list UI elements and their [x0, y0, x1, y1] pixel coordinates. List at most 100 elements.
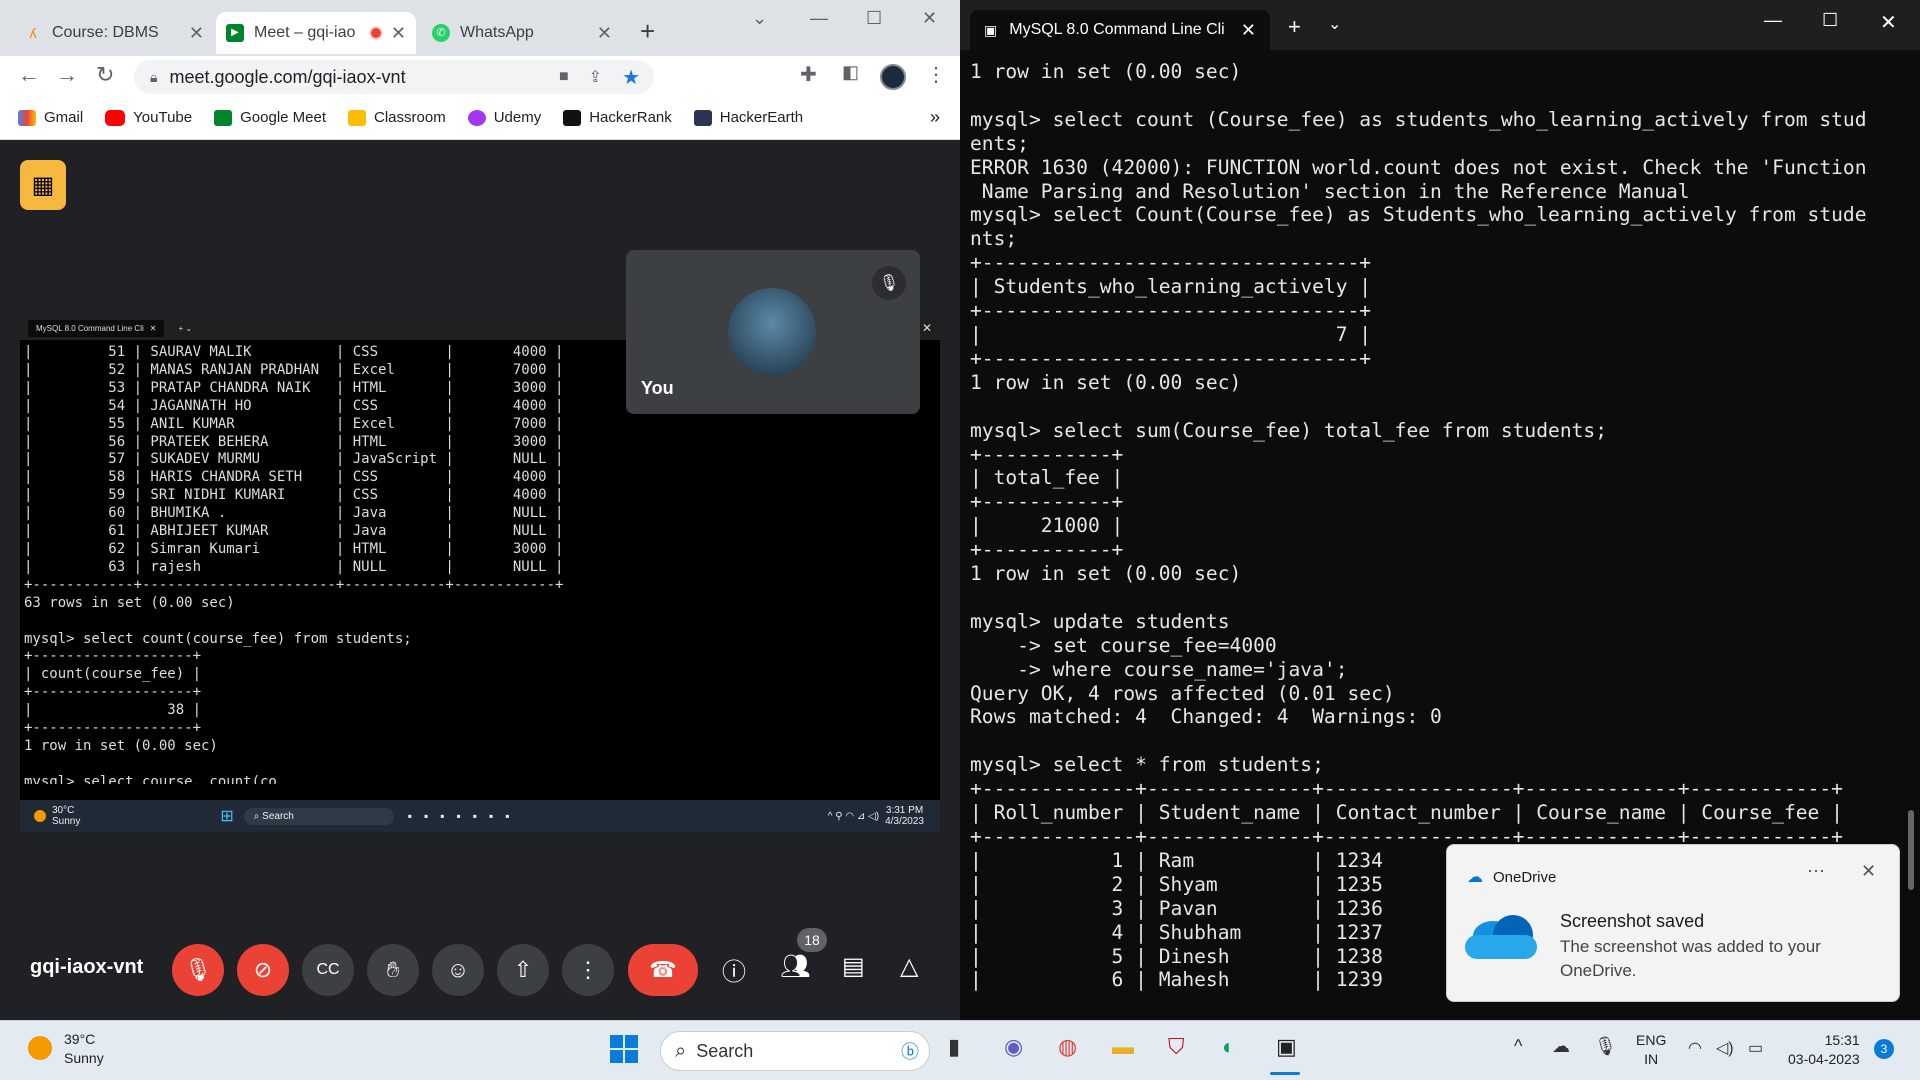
- terminal-icon: ▣: [984, 21, 998, 38]
- moodle-icon: ʎ: [29, 25, 37, 41]
- terminal-tab-title: MySQL 8.0 Command Line Cli: [1009, 21, 1225, 38]
- shared-weather-desc: Sunny: [52, 816, 81, 827]
- bookmark-youtube[interactable]: YouTube: [105, 109, 192, 126]
- close-window-button[interactable]: ✕: [1880, 10, 1897, 35]
- terminal-line: | total_fee |: [970, 466, 1124, 490]
- extensions-icon[interactable]: ✚: [800, 62, 817, 87]
- activities-icon[interactable]: △: [900, 952, 918, 981]
- microphone-icon[interactable]: 🎙︎: [1594, 1036, 1617, 1057]
- tab-search-icon[interactable]: ⌄: [752, 8, 767, 29]
- task-view-icon[interactable]: ▮: [948, 1034, 960, 1060]
- tab-dropdown-icon[interactable]: ⌄: [1328, 14, 1341, 34]
- toast-close-button[interactable]: ✕: [1861, 861, 1876, 882]
- captions-button[interactable]: CC: [302, 944, 354, 996]
- windows-start-icon[interactable]: [610, 1035, 638, 1063]
- new-tab-icon: + ⌄: [178, 323, 193, 333]
- onedrive-tray-icon[interactable]: ☁︎: [1552, 1036, 1570, 1057]
- people-icon[interactable]: 👥︎: [780, 952, 810, 981]
- tab-whatsapp[interactable]: ✆ WhatsApp ✕: [422, 12, 622, 54]
- reload-button[interactable]: ↻: [96, 62, 114, 88]
- volume-icon[interactable]: ◁): [1716, 1038, 1734, 1058]
- terminal-scrollbar[interactable]: [1908, 810, 1914, 890]
- close-tab-icon[interactable]: ✕: [1241, 20, 1256, 41]
- onedrive-notification[interactable]: ☁︎ OneDrive ⋯ ✕ Screenshot saved The scr…: [1446, 844, 1900, 1002]
- new-tab-button[interactable]: +: [1288, 14, 1301, 40]
- back-button[interactable]: ←: [18, 62, 40, 88]
- shared-taskbar: 30°C Sunny ⊞ ⌕ Search ▪▪▪▪▪▪▪ ^ ⚲ ◠ ⊿ ◁) …: [20, 800, 940, 832]
- chrome-icon[interactable]: ◍: [1058, 1034, 1077, 1060]
- shared-terminal-line: 63 rows in set (0.00 sec): [24, 594, 235, 611]
- shared-weather-temp: 30°C: [52, 805, 75, 816]
- file-explorer-icon[interactable]: ▬: [1112, 1034, 1134, 1060]
- taskbar-clock[interactable]: 15:31 03-04-2023: [1788, 1031, 1860, 1069]
- gmail-icon: [18, 109, 36, 126]
- language-indicator[interactable]: ENG IN: [1636, 1031, 1666, 1069]
- bookmark-udemy[interactable]: Udemy: [467, 109, 542, 126]
- bookmark-hackerrank[interactable]: HackerRank: [563, 109, 672, 126]
- shared-terminal-tab: MySQL 8.0 Command Line Cli ✕: [28, 319, 165, 337]
- share-icon[interactable]: ⇪: [589, 67, 602, 87]
- show-hidden-icons[interactable]: ^: [1514, 1036, 1522, 1057]
- bookmark-hackerearth[interactable]: HackerEarth: [693, 109, 803, 126]
- meeting-details-icon[interactable]: ⓘ: [722, 952, 746, 987]
- search-icon: ⌕: [675, 1039, 687, 1062]
- camera-toggle-button[interactable]: ⊘: [237, 944, 289, 996]
- present-button[interactable]: ⇧: [497, 944, 549, 996]
- shared-terminal-line: | 60 | BHUMIKA . | Java | NULL |: [24, 505, 564, 522]
- close-icon: ✕: [149, 323, 157, 333]
- terminal-line: -> where course_name='java';: [970, 657, 1348, 681]
- side-panel-icon[interactable]: ◧: [842, 62, 859, 83]
- maximize-button[interactable]: ☐: [866, 8, 882, 29]
- shared-terminal-line: | 57 | SUKADEV MURMU | JavaScript | NULL…: [24, 451, 564, 468]
- terminal-tab[interactable]: ▣ MySQL 8.0 Command Line Cli ✕: [970, 10, 1270, 50]
- shared-taskbar-apps-icon: ▪▪▪▪▪▪▪: [407, 809, 522, 823]
- address-bar[interactable]: 🔒︎ meet.google.com/gqi-iaox-vnt ■ ⇪ ★: [134, 60, 654, 94]
- profile-avatar[interactable]: [880, 64, 906, 90]
- new-tab-button[interactable]: +: [640, 16, 655, 47]
- edge-icon[interactable]: ◐: [1222, 1034, 1235, 1060]
- battery-icon[interactable]: ▭: [1748, 1038, 1763, 1058]
- close-window-button[interactable]: ✕: [922, 8, 937, 29]
- camera-icon[interactable]: ■: [559, 68, 569, 86]
- self-avatar: [728, 288, 816, 376]
- notification-badge[interactable]: 3: [1874, 1039, 1894, 1059]
- onedrive-cloud-icon: [1465, 911, 1537, 961]
- terminal-line: 1 row in set (0.00 sec): [970, 562, 1242, 586]
- bookmark-classroom[interactable]: Classroom: [348, 109, 446, 126]
- weather-desc: Sunny: [64, 1050, 104, 1066]
- bookmark-gmail[interactable]: Gmail: [18, 109, 83, 126]
- wifi-icon[interactable]: ◠: [1688, 1038, 1702, 1058]
- terminal-line: ents;: [970, 131, 1029, 155]
- shared-terminal-line: | count(course_fee) |: [24, 666, 202, 683]
- close-tab-icon[interactable]: ✕: [391, 23, 406, 44]
- weather-widget[interactable]: 39°C Sunny: [64, 1030, 104, 1068]
- leave-call-button[interactable]: ☎︎: [628, 944, 698, 996]
- tab-google-meet[interactable]: ▶ Meet – gqi-iao ✕: [216, 12, 416, 54]
- terminal-line: +--------------------------------+: [970, 346, 1372, 370]
- more-options-button[interactable]: ⋮: [562, 944, 614, 996]
- close-tab-icon[interactable]: ✕: [189, 23, 204, 44]
- menu-icon[interactable]: ⋮: [926, 62, 946, 87]
- bookmark-google-meet[interactable]: Google Meet: [214, 109, 326, 126]
- close-icon: ✕: [921, 321, 932, 335]
- more-bookmarks-button[interactable]: »: [930, 107, 940, 128]
- bookmark-label: Udemy: [493, 109, 542, 126]
- chat-app-icon[interactable]: ◉: [1004, 1034, 1023, 1060]
- taskbar-search-box[interactable]: ⌕ Search ⓑ: [660, 1031, 930, 1071]
- minimize-button[interactable]: —: [810, 8, 828, 29]
- maximize-button[interactable]: ☐: [1822, 10, 1838, 31]
- mcafee-icon[interactable]: ⛉: [1168, 1034, 1185, 1060]
- reactions-button[interactable]: ☺: [432, 944, 484, 996]
- mic-toggle-button[interactable]: 🎙︎: [172, 944, 224, 996]
- minimize-button[interactable]: —: [1764, 10, 1782, 31]
- terminal-app-icon[interactable]: ▣: [1276, 1034, 1297, 1060]
- tab-course-dbms[interactable]: ʎ Course: DBMS ✕: [14, 12, 214, 54]
- presentation-icon[interactable]: ▦: [20, 160, 66, 210]
- close-tab-icon[interactable]: ✕: [597, 23, 612, 44]
- raise-hand-button[interactable]: ✋︎: [367, 944, 419, 996]
- toast-more-icon[interactable]: ⋯: [1807, 861, 1825, 882]
- forward-button[interactable]: →: [56, 62, 78, 88]
- chat-icon[interactable]: ▤: [842, 952, 865, 981]
- bookmark-star-icon[interactable]: ★: [622, 65, 640, 90]
- sun-icon[interactable]: [28, 1036, 52, 1060]
